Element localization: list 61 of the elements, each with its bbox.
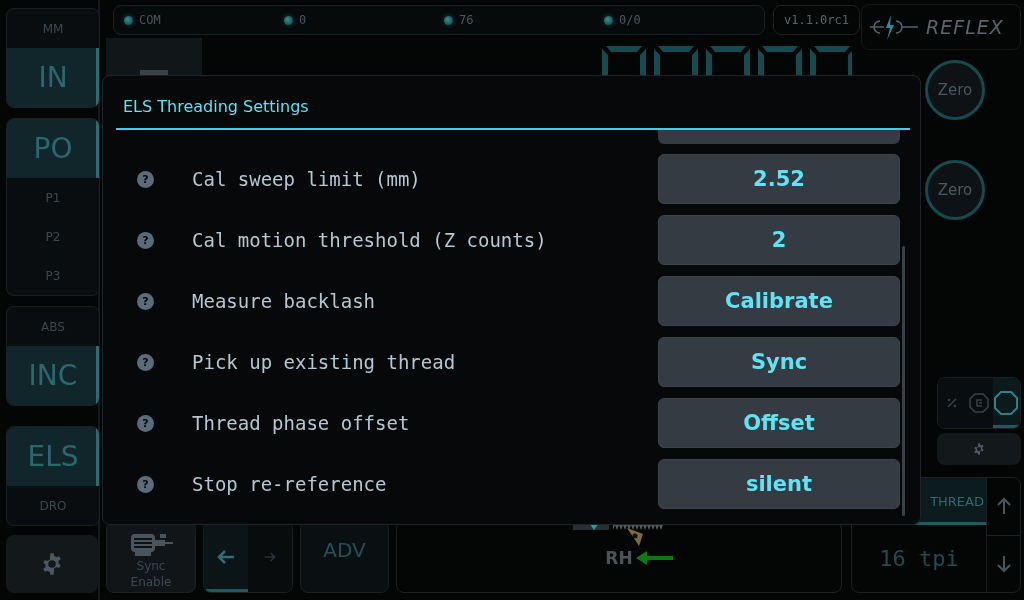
status-label: COM [139,13,161,27]
scrollbar[interactable] [902,246,905,516]
setting-button[interactable]: Offset [658,398,900,448]
help-button[interactable]: ? [137,414,154,432]
hand-label: RH [605,548,633,568]
mode-option[interactable]: INC [7,346,99,405]
mode-option[interactable]: P1 [7,178,99,217]
setting-button[interactable]: 2.52 [658,154,900,204]
status-label: 76 [459,13,474,27]
help-button[interactable]: ? [137,292,154,310]
setting-label: Cal sweep limit (mm) [192,168,422,190]
setting-label: Cal motion threshold (Z counts) [192,229,548,251]
mode-option[interactable]: MM [7,9,99,48]
right-arrow-icon [264,552,276,562]
up-arrow-icon [996,497,1011,516]
mode-toggle[interactable] [965,378,993,428]
octagon-icon [969,393,989,413]
percent-icon [946,398,957,408]
help-button[interactable]: ? [137,353,154,371]
setting-label: Measure backlash [192,290,377,312]
setting-label: Thread phase offset [192,412,411,434]
octagon-icon [994,391,1019,415]
setting-button[interactable]: 2 [658,215,900,265]
left-arrow-icon [634,550,673,566]
status-led [124,15,133,25]
logo: REFLEX [861,4,1021,50]
mode-option[interactable]: IN [7,48,99,107]
mode-option[interactable]: ABS [7,307,99,346]
left-arrow-icon [217,550,235,564]
down-arrow-icon [996,554,1011,573]
setting-button[interactable]: Calibrate [658,276,900,326]
status-led [284,15,293,25]
setting-button[interactable] [658,130,900,144]
setting-button[interactable]: silent [658,459,900,509]
status-led [444,15,453,25]
version-label: v1.1.0rc1 [773,5,860,35]
mode-toggle[interactable] [992,378,1020,428]
dialog-title: ELS Threading Settings [122,96,310,118]
thread-pitch-value: 16 tpi [878,545,960,573]
settings-button[interactable] [937,433,1021,465]
setting-label: Stop re-reference [192,473,388,495]
help-button[interactable]: ? [137,475,154,493]
mode-option[interactable]: DRO [7,486,99,525]
mode-option[interactable]: ELS [7,427,99,486]
cutting-tool-drawing [627,528,643,546]
settings-button[interactable] [6,535,98,593]
zero-button[interactable]: Zero [925,160,985,220]
help-button[interactable]: ? [137,170,154,188]
mode-toggle[interactable] [938,378,966,428]
status-label: 0/0 [619,13,641,27]
status-label: 0 [299,13,307,27]
mode-option[interactable]: P2 [7,217,99,256]
help-button[interactable]: ? [137,231,154,249]
mode-option[interactable]: P3 [7,256,99,295]
setting-label: Pick up existing thread [192,351,457,373]
settings-icon [972,442,986,456]
mode-option[interactable]: PO [7,119,99,178]
left-arrow-button[interactable] [204,522,248,592]
status-led [604,15,613,25]
setting-button[interactable]: Sync [658,337,900,387]
zero-button[interactable]: Zero [925,60,985,120]
